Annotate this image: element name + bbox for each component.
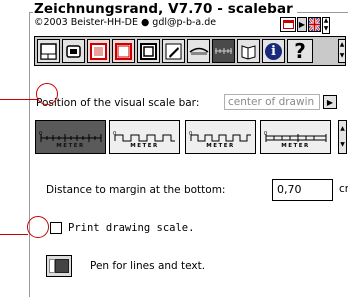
scalebar-meter-label: METER	[56, 143, 85, 149]
stamp-icon[interactable]	[62, 39, 85, 63]
position-label: Position of the visual scale bar:	[36, 97, 200, 109]
scalebar-stepper[interactable]: ▲ ▼	[338, 120, 347, 154]
position-popup-button[interactable]: ▶	[323, 95, 337, 109]
distance-input[interactable]: 0,70	[272, 179, 333, 201]
info-label: i	[265, 42, 282, 60]
scroll-arrows-icon[interactable]: ▲ ▼	[322, 17, 330, 34]
position-field[interactable]: center of drawin	[224, 94, 320, 110]
callout-circle	[36, 83, 58, 105]
copyright-text: ©2003 Beister-HH-DE ● gdl@p-b-a.de	[34, 17, 217, 28]
book-icon[interactable]	[237, 39, 260, 63]
scalebar-icon[interactable]	[212, 39, 235, 63]
scalebar-meter-label: METER	[281, 143, 310, 149]
print-scale-label: Print drawing scale.	[68, 222, 195, 234]
callout-line	[0, 99, 37, 100]
arrow-right-icon[interactable]: ▶	[297, 17, 307, 32]
scalebar-meter-label: METER	[130, 143, 159, 149]
help-icon[interactable]: ?	[287, 39, 313, 63]
frame-thick-icon[interactable]	[137, 39, 160, 63]
print-scale-checkbox[interactable]	[50, 222, 62, 234]
top-icon-bar: ▶ ▲ ▼	[280, 17, 330, 34]
pen-selector-button[interactable]	[46, 255, 72, 277]
distance-label: Distance to margin at the bottom:	[46, 184, 226, 196]
frame-icon[interactable]	[37, 39, 60, 63]
scalebar-style-row: 0 METER 0 METER 0 METER 0	[35, 120, 347, 154]
toolbar-stepper[interactable]: ▲ ▼	[338, 39, 346, 63]
window-title: Zeichnungsrand, V7.70 - scalebar	[33, 2, 297, 17]
pen-icon[interactable]	[187, 39, 210, 63]
scalebar-style-2[interactable]: 0 METER	[109, 120, 180, 154]
info-icon[interactable]: i	[262, 39, 285, 63]
callout-circle	[27, 216, 49, 238]
scalebar-style-3[interactable]: 0 METER	[185, 120, 256, 154]
pen-label: Pen for lines and text.	[90, 260, 206, 272]
toolbar: i ? ▲ ▼	[34, 36, 346, 66]
red-frame-icon[interactable]	[112, 39, 135, 63]
edit-icon[interactable]	[162, 39, 185, 63]
uk-flag-icon[interactable]	[308, 17, 321, 32]
scalebar-style-4[interactable]: 0 METER	[260, 120, 331, 154]
calendar-icon[interactable]	[280, 17, 296, 32]
red-frame-icon[interactable]	[87, 39, 110, 63]
scalebar-meter-label: METER	[206, 143, 235, 149]
help-label: ?	[294, 39, 306, 63]
scalebar-style-1[interactable]: 0 METER	[35, 120, 106, 154]
distance-unit: cm	[339, 183, 348, 195]
callout-line	[0, 234, 28, 235]
